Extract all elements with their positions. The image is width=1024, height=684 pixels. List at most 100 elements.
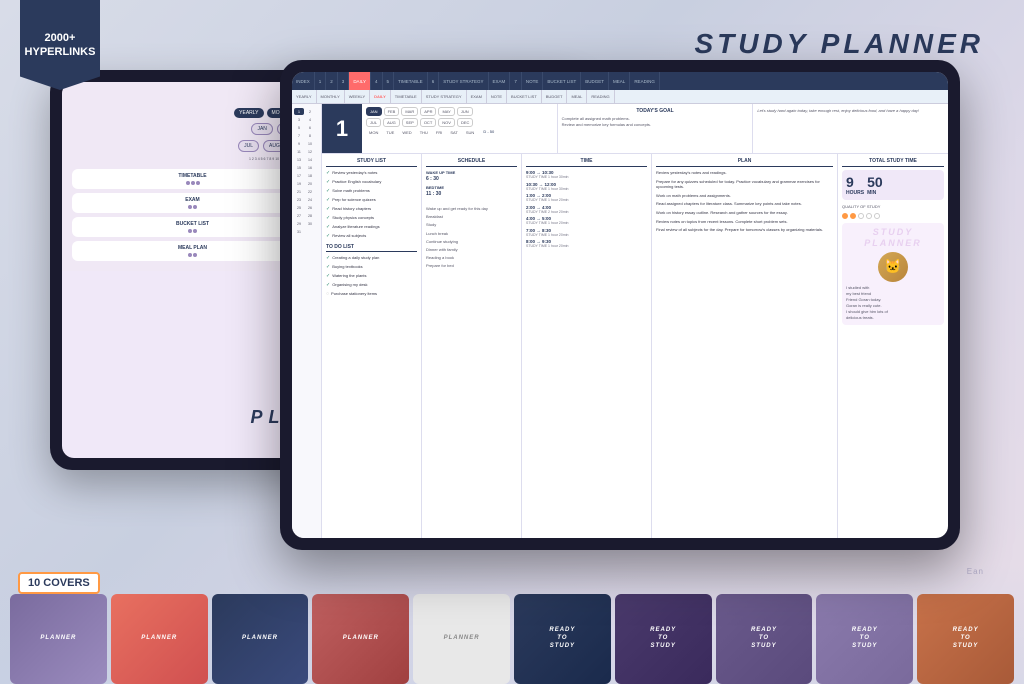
- plan-text-2: Prepare for any quizzes scheduled for to…: [656, 179, 833, 190]
- index-cell-exam[interactable]: EXAM: [72, 193, 313, 213]
- sub-tab-meal[interactable]: MEAL: [567, 90, 587, 103]
- day-26[interactable]: 26: [305, 204, 315, 211]
- day-15[interactable]: 15: [294, 164, 304, 171]
- day-24[interactable]: 24: [305, 196, 315, 203]
- day-19[interactable]: 19: [294, 180, 304, 187]
- cover-2[interactable]: PLANNER: [111, 594, 208, 684]
- cover-7[interactable]: READYTOSTUDY: [615, 594, 712, 684]
- cover-4[interactable]: PLANNER: [312, 594, 409, 684]
- sub-tab-study[interactable]: STUDY STRATEGY: [422, 90, 467, 103]
- month-feb-btn[interactable]: FEB: [384, 107, 400, 116]
- month-mar-btn[interactable]: MAR: [401, 107, 418, 116]
- day-17[interactable]: 17: [294, 172, 304, 179]
- sub-tab-timetable[interactable]: TIMETABLE: [391, 90, 422, 103]
- sub-tab-note[interactable]: NOTE: [487, 90, 507, 103]
- tab-meal[interactable]: MEAL: [609, 72, 630, 90]
- tab-budget[interactable]: BUDGET: [581, 72, 609, 90]
- cover-10[interactable]: READYTOSTUDY: [917, 594, 1014, 684]
- sub-tab-budget[interactable]: BUDGET: [542, 90, 568, 103]
- nav-yearly[interactable]: YEARLY: [234, 108, 263, 118]
- month-jul-btn[interactable]: JUL: [366, 118, 381, 127]
- day-fri[interactable]: FRI: [433, 129, 445, 136]
- day-5[interactable]: 5: [294, 124, 304, 131]
- month-may-btn[interactable]: MAY: [438, 107, 454, 116]
- tab-2[interactable]: 2: [326, 72, 338, 90]
- day-23[interactable]: 23: [294, 196, 304, 203]
- tab-timetable[interactable]: TIMETABLE: [394, 72, 428, 90]
- day-1[interactable]: 1: [294, 108, 304, 115]
- sub-tab-weekly[interactable]: WEEKLY: [345, 90, 370, 103]
- month-apr-btn[interactable]: APR: [420, 107, 436, 116]
- cover-5[interactable]: PLANNER: [413, 594, 510, 684]
- day-thu[interactable]: THU: [417, 129, 431, 136]
- cover-1[interactable]: PLANNER: [10, 594, 107, 684]
- day-12[interactable]: 12: [305, 148, 315, 155]
- month-jan[interactable]: JAN: [251, 123, 272, 135]
- cover-8[interactable]: READYTOSTUDY: [716, 594, 813, 684]
- study-item-text-6: Study physics concepts: [332, 215, 374, 220]
- cover-9[interactable]: READYTOSTUDY: [816, 594, 913, 684]
- tab-reading[interactable]: READING: [630, 72, 660, 90]
- day-mon[interactable]: MON: [366, 129, 381, 136]
- day-13[interactable]: 13: [294, 156, 304, 163]
- tab-7[interactable]: 7: [510, 72, 522, 90]
- month-nov-btn[interactable]: NOV: [438, 118, 455, 127]
- tab-6[interactable]: 6: [428, 72, 440, 90]
- sub-tab-monthly[interactable]: MONTHLY: [317, 90, 345, 103]
- sub-tab-bucketlist[interactable]: BUCKET LIST: [507, 90, 542, 103]
- day-14[interactable]: 14: [305, 156, 315, 163]
- day-31[interactable]: 31: [294, 228, 304, 235]
- month-jan-btn[interactable]: JAN: [366, 107, 382, 116]
- day-25[interactable]: 25: [294, 204, 304, 211]
- day-6[interactable]: 6: [305, 124, 315, 131]
- day-22[interactable]: 22: [305, 188, 315, 195]
- tab-study-strategy[interactable]: STUDY STRATEGY: [439, 72, 488, 90]
- tab-budget-list[interactable]: BUCKET LIST: [543, 72, 581, 90]
- day-wed[interactable]: WED: [399, 129, 414, 136]
- index-cell-timetable[interactable]: TIMETABLE: [72, 169, 313, 189]
- day-27[interactable]: 27: [294, 212, 304, 219]
- day-3[interactable]: 3: [294, 116, 304, 123]
- day-21[interactable]: 21: [294, 188, 304, 195]
- quality-c-2: [850, 213, 856, 219]
- day-2[interactable]: 2: [305, 108, 315, 115]
- month-aug-btn[interactable]: AUG: [383, 118, 400, 127]
- day-9[interactable]: 9: [294, 140, 304, 147]
- index-cell-bucket[interactable]: BUCKET LIST: [72, 217, 313, 237]
- day-sat[interactable]: SAT: [447, 129, 460, 136]
- cover-3[interactable]: PLANNER: [212, 594, 309, 684]
- month-oct-btn[interactable]: OCT: [420, 118, 436, 127]
- sub-tab-yearly[interactable]: YEARLY: [292, 90, 317, 103]
- cover-6[interactable]: READYTOSTUDY: [514, 594, 611, 684]
- tab-1[interactable]: 1: [315, 72, 327, 90]
- tab-3[interactable]: 3: [338, 72, 350, 90]
- day-sun[interactable]: SUN: [463, 129, 477, 136]
- day-tue[interactable]: TUE: [383, 129, 397, 136]
- month-jun-btn[interactable]: JUN: [457, 107, 473, 116]
- day-30[interactable]: 30: [305, 220, 315, 227]
- month-dec-btn[interactable]: DEC: [457, 118, 473, 127]
- tab-daily[interactable]: DAILY: [349, 72, 371, 90]
- tab-note[interactable]: NOTE: [522, 72, 544, 90]
- sub-tab-daily[interactable]: DAILY: [370, 90, 391, 103]
- day-8[interactable]: 8: [305, 132, 315, 139]
- tab-index[interactable]: INDEX: [292, 72, 315, 90]
- day-16[interactable]: 16: [305, 164, 315, 171]
- day-11[interactable]: 11: [294, 148, 304, 155]
- day-18[interactable]: 18: [305, 172, 315, 179]
- study-item-4: ✓ Prep for science quizzes: [326, 197, 417, 203]
- month-jul[interactable]: JUL: [238, 140, 259, 152]
- day-28[interactable]: 28: [305, 212, 315, 219]
- month-sep-btn[interactable]: SEP: [402, 118, 418, 127]
- tab-exam[interactable]: EXAM: [489, 72, 511, 90]
- sub-tab-exam[interactable]: EXAM: [467, 90, 487, 103]
- day-7[interactable]: 7: [294, 132, 304, 139]
- day-4[interactable]: 4: [305, 116, 315, 123]
- tab-4[interactable]: 4: [371, 72, 383, 90]
- index-cell-meal[interactable]: MEAL PLAN: [72, 241, 313, 261]
- day-10[interactable]: 10: [305, 140, 315, 147]
- day-20[interactable]: 20: [305, 180, 315, 187]
- tab-5[interactable]: 5: [383, 72, 395, 90]
- day-29[interactable]: 29: [294, 220, 304, 227]
- sub-tab-reading[interactable]: READING: [587, 90, 614, 103]
